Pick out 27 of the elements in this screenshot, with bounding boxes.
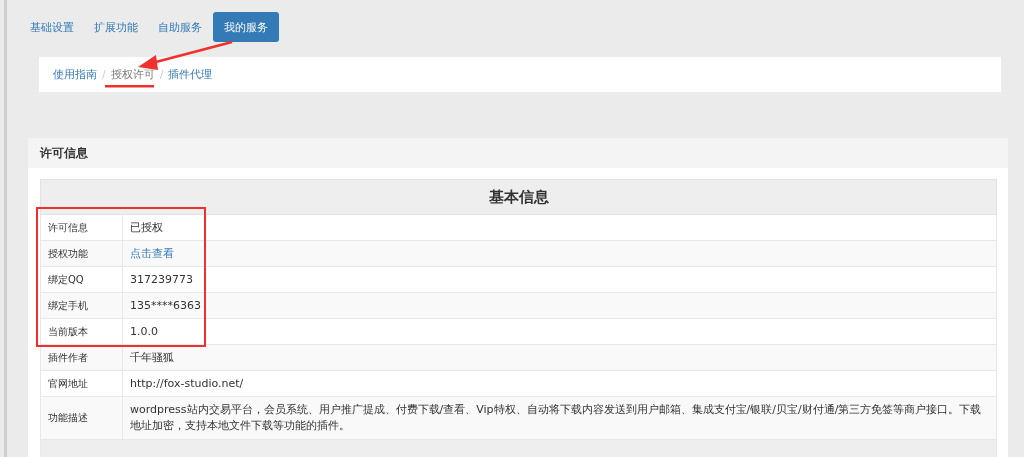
breadcrumb-link[interactable]: 授权许可 xyxy=(110,67,155,82)
table-cell: 许可信息 xyxy=(40,214,123,241)
table-heading: 基本信息 xyxy=(40,179,997,215)
breadcrumb-link[interactable]: 使用指南 xyxy=(53,67,97,82)
panel-title: 许可信息 xyxy=(40,144,88,162)
breadcrumb-separator: / xyxy=(102,68,106,81)
annotation-underline xyxy=(105,85,154,88)
table-cell: 1.0.0 xyxy=(122,318,997,345)
table-cell: http://fox-studio.net/ xyxy=(122,370,997,397)
table-cell: 官网地址 xyxy=(40,370,123,397)
table-cell: wordpress站内交易平台，会员系统、用户推广提成、付费下载/查看、Vip特权、自动将下载内容发送到用户邮箱、集成支付宝/银联/贝宝/财付通/第三方免签等商户接口。下载地址加密，支持本地文件下载等功能的插件。 xyxy=(122,396,997,440)
table-cell: 功能描述 xyxy=(40,396,123,440)
nav-tab[interactable]: 我的服务 xyxy=(213,12,279,42)
table-cell: 已授权 xyxy=(122,214,997,241)
breadcrumb-separator: / xyxy=(159,68,164,81)
table-cell: 当前版本 xyxy=(40,318,123,345)
table-cell: 317239773 xyxy=(122,266,997,293)
table-cell: 绑定手机 xyxy=(40,292,123,319)
table-cell: 授权功能 xyxy=(40,240,123,267)
nav-tab[interactable]: 自助服务 xyxy=(149,12,211,42)
view-link[interactable]: 点击查看 xyxy=(130,246,174,260)
nav-tab[interactable]: 扩展功能 xyxy=(85,12,147,42)
table-cell: 绑定QQ xyxy=(40,266,123,293)
table-cell: 135****6363 xyxy=(122,292,997,319)
table-cell: 千年骚狐 xyxy=(122,344,997,371)
breadcrumb-link[interactable]: 插件代理 xyxy=(168,67,213,82)
nav-tab[interactable]: 基础设置 xyxy=(21,12,83,42)
